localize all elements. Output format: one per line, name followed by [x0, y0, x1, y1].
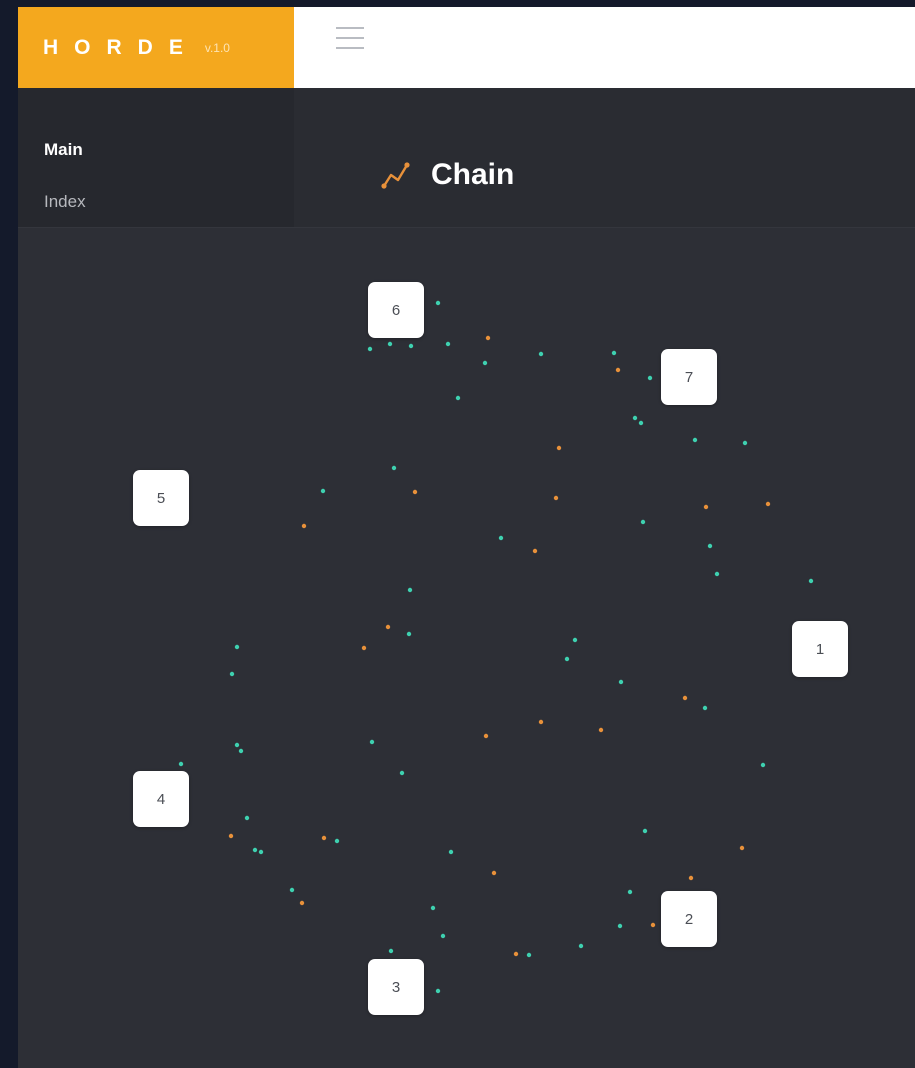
particle-dot [406, 631, 412, 637]
particle-dot [388, 948, 394, 954]
particle-dot [538, 719, 544, 725]
particle-dot [289, 887, 295, 893]
brand-version: v.1.0 [204, 40, 230, 55]
particle-dot [572, 637, 578, 643]
particle-dot [578, 943, 584, 949]
particle-dot [553, 495, 559, 501]
particle-dot [455, 395, 461, 401]
particle-dot [808, 578, 814, 584]
particle-dot [178, 761, 184, 767]
particle-dot [252, 847, 258, 853]
particle-dot [448, 849, 454, 855]
particle-dot [320, 488, 326, 494]
particle-dot [615, 367, 621, 373]
particle-dot [385, 624, 391, 630]
particle-dot [407, 587, 413, 593]
particle-dot [742, 440, 748, 446]
particle-dot [498, 535, 504, 541]
particle-dot [702, 705, 708, 711]
particle-dot [638, 420, 644, 426]
particle-dot [234, 644, 240, 650]
particle-dot [228, 833, 234, 839]
node-box-5[interactable]: 5 [133, 470, 189, 526]
particle-dot [526, 952, 532, 958]
particle-dot [618, 679, 624, 685]
particle-dot [765, 501, 771, 507]
particle-dot [564, 656, 570, 662]
brand-logo[interactable]: HORDE v.1.0 [18, 7, 294, 88]
particle-dot [642, 828, 648, 834]
sidebar-item-main[interactable]: Main [44, 140, 83, 160]
node-box-7[interactable]: 7 [661, 349, 717, 405]
particle-dot [617, 923, 623, 929]
particle-dot [640, 519, 646, 525]
particle-dot [412, 489, 418, 495]
particle-dot [229, 671, 235, 677]
particle-dot [707, 543, 713, 549]
particle-dot [391, 465, 397, 471]
particle-dot [387, 341, 393, 347]
particle-dot [435, 300, 441, 306]
particle-dot [399, 770, 405, 776]
particle-dot [435, 988, 441, 994]
particle-dot [739, 845, 745, 851]
particle-dot [367, 346, 373, 352]
particle-canvas [178, 300, 814, 994]
top-bar [294, 7, 915, 88]
particle-dot [714, 571, 720, 577]
app-window: HORDE v.1.0 Main Index Chain 1 2 3 4 5 6… [18, 7, 915, 1068]
hamburger-icon[interactable] [336, 27, 366, 53]
particle-dot [321, 835, 327, 841]
particle-dot [301, 523, 307, 529]
line-chart-icon [381, 162, 410, 189]
particle-dot [234, 742, 240, 748]
node-box-6[interactable]: 6 [368, 282, 424, 338]
particle-dot [485, 335, 491, 341]
particle-dot [238, 748, 244, 754]
node-box-3[interactable]: 3 [368, 959, 424, 1015]
particle-dot [482, 360, 488, 366]
particle-dot [760, 762, 766, 768]
particle-dot [440, 933, 446, 939]
particle-dot [703, 504, 709, 510]
particle-dot [650, 922, 656, 928]
particle-dot [299, 900, 305, 906]
particle-dot [692, 437, 698, 443]
particle-dot [632, 415, 638, 421]
particle-dot [491, 870, 497, 876]
particle-dot [556, 445, 562, 451]
brand-name: HORDE [43, 35, 199, 59]
particle-dot [361, 645, 367, 651]
page-title: Chain [431, 158, 515, 191]
particle-dot [430, 905, 436, 911]
page-header: Chain [294, 88, 915, 227]
particle-dot [408, 343, 414, 349]
particle-dot [611, 350, 617, 356]
particle-dot [682, 695, 688, 701]
particle-dot [369, 739, 375, 745]
particle-dot [445, 341, 451, 347]
particle-dot [244, 815, 250, 821]
particle-dot [538, 351, 544, 357]
particle-dot [598, 727, 604, 733]
particle-dot [688, 875, 694, 881]
sidebar-item-index[interactable]: Index [44, 192, 86, 212]
particle-dot [483, 733, 489, 739]
node-box-1[interactable]: 1 [792, 621, 848, 677]
particle-dot [334, 838, 340, 844]
particle-dot [513, 951, 519, 957]
particle-dot [532, 548, 538, 554]
particle-dot [258, 849, 264, 855]
node-box-4[interactable]: 4 [133, 771, 189, 827]
particle-dot [647, 375, 653, 381]
node-box-2[interactable]: 2 [661, 891, 717, 947]
sidebar: Main Index [18, 88, 294, 227]
particle-dot [627, 889, 633, 895]
